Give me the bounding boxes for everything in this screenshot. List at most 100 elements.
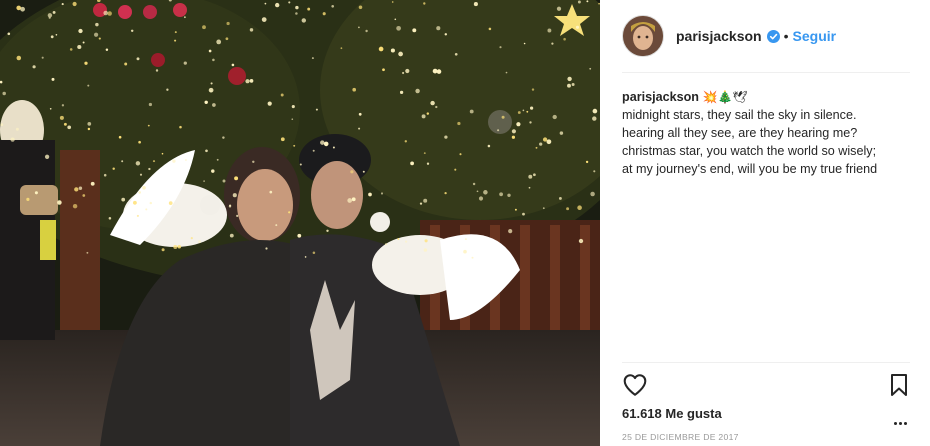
string-light: [476, 190, 479, 193]
more-dot: [894, 422, 897, 425]
string-light: [138, 140, 141, 144]
string-light: [340, 47, 343, 50]
string-light: [112, 167, 115, 170]
avatar[interactable]: [622, 15, 664, 57]
bookmark-icon[interactable]: [888, 373, 910, 397]
string-light: [551, 42, 554, 45]
string-light: [147, 124, 150, 127]
string-light: [72, 203, 78, 209]
string-light: [402, 71, 405, 75]
string-light: [533, 173, 536, 177]
heart-icon[interactable]: [622, 372, 648, 398]
string-light: [95, 22, 99, 27]
more-options-icon[interactable]: [894, 412, 912, 425]
string-light: [358, 112, 362, 116]
string-light: [511, 135, 516, 139]
string-light: [291, 118, 294, 121]
string-light: [103, 173, 107, 177]
string-light: [136, 214, 139, 217]
string-light: [184, 16, 186, 19]
string-light: [396, 25, 401, 31]
string-light: [567, 76, 572, 82]
string-light: [155, 69, 159, 72]
string-light: [121, 160, 124, 163]
string-light: [98, 37, 101, 40]
string-light: [105, 48, 109, 51]
post-date: 25 DE DICIEMBRE DE 2017: [622, 432, 739, 442]
string-light: [424, 239, 428, 243]
string-light: [522, 212, 525, 216]
string-light: [15, 127, 19, 131]
string-light: [444, 191, 447, 195]
string-light: [0, 123, 4, 127]
string-light: [299, 163, 302, 166]
string-light: [166, 88, 169, 91]
post-side-panel: parisjackson • Seguir parisjackson 💥🎄🕊 m…: [600, 0, 930, 446]
string-light: [430, 100, 435, 106]
string-light: [459, 153, 462, 156]
string-light: [380, 192, 384, 195]
string-light: [103, 10, 108, 16]
caption-first-line: parisjackson 💥🎄🕊: [622, 88, 922, 106]
follow-button[interactable]: Seguir: [793, 28, 837, 44]
string-light: [552, 114, 557, 120]
string-light: [216, 39, 222, 45]
string-light: [2, 91, 6, 96]
string-light: [444, 135, 448, 139]
string-light: [229, 233, 234, 238]
post-photo[interactable]: [0, 0, 600, 446]
string-light: [55, 33, 58, 36]
string-light: [426, 112, 430, 115]
string-light: [350, 170, 354, 174]
more-dot: [904, 422, 907, 425]
string-light: [59, 115, 64, 120]
string-light: [269, 190, 273, 194]
string-light: [72, 1, 77, 7]
post-username[interactable]: parisjackson: [676, 28, 762, 44]
string-light: [205, 149, 208, 153]
avatar-portrait: [623, 16, 663, 56]
string-light: [394, 18, 397, 21]
string-light: [352, 87, 357, 92]
string-light: [245, 79, 250, 84]
string-light: [20, 6, 25, 12]
caption-username[interactable]: parisjackson: [622, 90, 699, 104]
string-light: [593, 170, 596, 173]
string-light: [261, 17, 267, 22]
string-light: [331, 4, 335, 8]
string-light: [190, 236, 193, 240]
string-light: [69, 48, 73, 51]
string-light: [592, 108, 598, 114]
string-light: [421, 114, 426, 119]
string-light: [297, 233, 302, 238]
string-light: [61, 3, 64, 6]
likes-count[interactable]: 61.618 Me gusta: [622, 406, 722, 421]
string-light: [577, 205, 582, 210]
string-light: [173, 244, 178, 250]
string-light: [267, 101, 272, 106]
string-light: [578, 238, 584, 244]
string-light: [52, 10, 56, 14]
string-light: [563, 37, 566, 41]
string-light: [326, 229, 329, 232]
string-light: [130, 29, 134, 33]
string-light: [423, 152, 426, 155]
string-light: [454, 52, 458, 56]
string-light: [567, 83, 571, 88]
string-light: [51, 77, 55, 81]
string-light: [82, 194, 86, 197]
string-light: [351, 197, 356, 202]
string-light: [528, 174, 533, 179]
string-light: [385, 243, 388, 246]
string-light: [121, 197, 126, 202]
post-actions: [622, 372, 912, 400]
string-light: [542, 137, 548, 142]
string-light: [16, 55, 22, 61]
string-light: [435, 105, 438, 109]
string-light: [78, 28, 83, 34]
string-light: [210, 82, 213, 85]
string-light: [589, 67, 592, 70]
string-light: [585, 160, 589, 164]
string-light: [84, 61, 88, 65]
string-light: [249, 28, 254, 32]
